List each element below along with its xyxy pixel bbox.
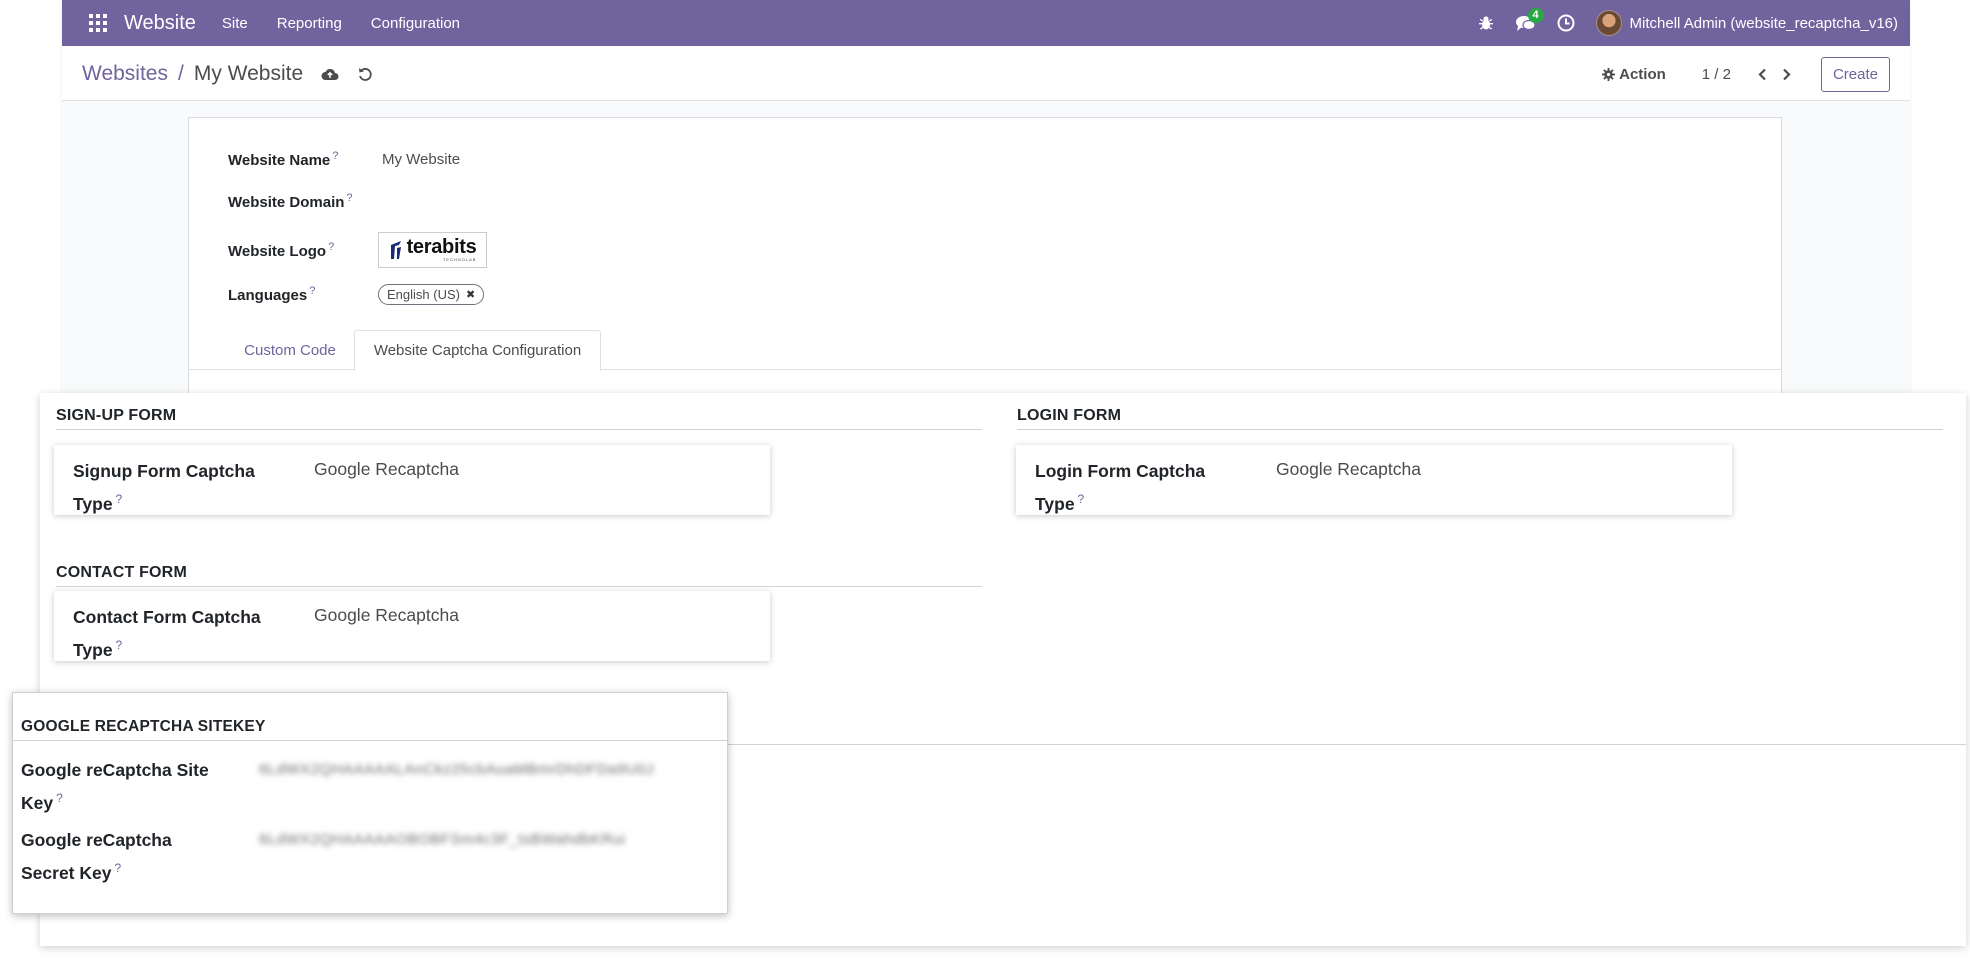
website-domain-row: Website Domain? <box>228 192 682 211</box>
tab-website-captcha-configuration[interactable]: Website Captcha Configuration <box>354 330 601 371</box>
user-menu[interactable]: Mitchell Admin (website_recaptcha_v16) <box>1595 10 1898 36</box>
login-captcha-type-label: Login Form Captcha Type? <box>1035 461 1206 514</box>
website-domain-field[interactable] <box>382 193 682 211</box>
site-key-label: Google reCaptcha Site Key? <box>21 760 209 813</box>
secret-key-label: Google reCaptcha Secret Key? <box>21 830 172 883</box>
notebook-tabs: Custom Code Website Captcha Configuratio… <box>189 330 1781 371</box>
sitekey-section-divider <box>13 740 729 741</box>
menu-configuration[interactable]: Configuration <box>371 15 460 32</box>
login-captcha-card: Login Form Captcha Type? Google Recaptch… <box>1016 445 1732 515</box>
discard-undo-icon[interactable] <box>357 66 373 82</box>
messages-count-badge: 4 <box>1527 8 1544 23</box>
form-sheet: Website Name? My Website Website Domain?… <box>188 117 1782 395</box>
signup-captcha-card: Signup Form Captcha Type? Google Recaptc… <box>54 445 770 515</box>
action-label: Action <box>1619 65 1666 83</box>
create-button[interactable]: Create <box>1820 56 1890 92</box>
user-avatar <box>1595 10 1622 36</box>
website-name-row: Website Name? My Website <box>228 150 460 169</box>
signup-captcha-type-field[interactable]: Google Recaptcha <box>314 459 459 480</box>
breadcrumb-separator: / <box>177 62 184 85</box>
menu-site[interactable]: Site <box>222 15 248 32</box>
user-name: Mitchell Admin (website_recaptcha_v16) <box>1629 14 1898 32</box>
signup-captcha-type-label: Signup Form Captcha Type? <box>73 461 255 514</box>
logo-mark-icon <box>389 239 403 261</box>
apps-menu-icon[interactable] <box>76 0 120 46</box>
contact-captcha-card: Contact Form Captcha Type? Google Recapt… <box>54 591 770 661</box>
save-cloud-icon[interactable] <box>321 67 339 81</box>
languages-label: Languages? <box>228 285 316 304</box>
language-tag-label: English (US) <box>387 287 460 302</box>
remove-tag-icon[interactable]: ✖ <box>466 288 475 301</box>
app-window: Website Site Reporting Configuration 4 M… <box>62 0 1910 395</box>
messages-icon[interactable]: 4 <box>1506 0 1546 46</box>
top-navbar: Website Site Reporting Configuration 4 M… <box>62 0 1910 46</box>
pager-next-icon[interactable] <box>1775 68 1799 81</box>
website-name-label: Website Name? <box>228 150 339 169</box>
login-form-section-title: LOGIN FORM <box>1017 407 1122 424</box>
control-panel: Websites / My Website Action 1 / 2 Creat… <box>62 46 1910 101</box>
contact-form-section-title: CONTACT FORM <box>56 564 187 581</box>
language-tag[interactable]: English (US) ✖ <box>378 284 485 305</box>
site-key-field[interactable]: 6LdWX2QHAAAAALAnCkz25cbAuaMBmrDhDFDa9U0J <box>259 761 654 778</box>
signup-form-section-title: SIGN-UP FORM <box>56 407 177 424</box>
contact-captcha-type-field[interactable]: Google Recaptcha <box>314 605 459 626</box>
contact-section-divider <box>56 586 982 587</box>
website-domain-label: Website Domain? <box>228 192 353 211</box>
pager-value[interactable]: 1 / 2 <box>1702 66 1731 83</box>
pager-previous-icon[interactable] <box>1751 68 1775 81</box>
recaptcha-sitekey-section-title: GOOGLE RECAPTCHA SITEKEY <box>21 718 266 735</box>
breadcrumb-current: My Website <box>193 62 304 85</box>
login-captcha-type-field[interactable]: Google Recaptcha <box>1276 459 1421 480</box>
website-name-field[interactable]: My Website <box>382 151 460 168</box>
recaptcha-sitekey-panel: GOOGLE RECAPTCHA SITEKEY Google reCaptch… <box>12 692 729 914</box>
menu-reporting[interactable]: Reporting <box>277 15 342 32</box>
website-logo-label: Website Logo? <box>228 240 335 260</box>
app-brand[interactable]: Website <box>124 12 196 35</box>
breadcrumb: Websites / My Website <box>82 62 373 86</box>
action-menu[interactable]: Action <box>1602 66 1666 83</box>
logo-text: terabits <box>406 236 477 258</box>
tab-custom-code[interactable]: Custom Code <box>227 330 353 371</box>
logo-subtext: TECHNOLAB <box>442 257 477 262</box>
secret-key-field[interactable]: 6LdWX2QHAAAAAOBOBFSm4c3F_tsBWahdbKRui <box>259 831 625 848</box>
contact-captcha-type-label: Contact Form Captcha Type? <box>73 607 261 660</box>
website-logo-image[interactable]: terabits TECHNOLAB <box>378 232 487 268</box>
signup-section-divider <box>56 429 982 430</box>
gear-icon <box>1602 67 1616 81</box>
languages-row: Languages? English (US) ✖ <box>228 284 485 305</box>
activity-clock-icon[interactable] <box>1546 0 1586 46</box>
login-section-divider <box>1017 429 1943 430</box>
website-logo-row: Website Logo? terabits TECHNOLAB <box>228 232 487 268</box>
breadcrumb-parent[interactable]: Websites <box>82 62 168 86</box>
debug-bug-icon[interactable] <box>1466 0 1506 46</box>
